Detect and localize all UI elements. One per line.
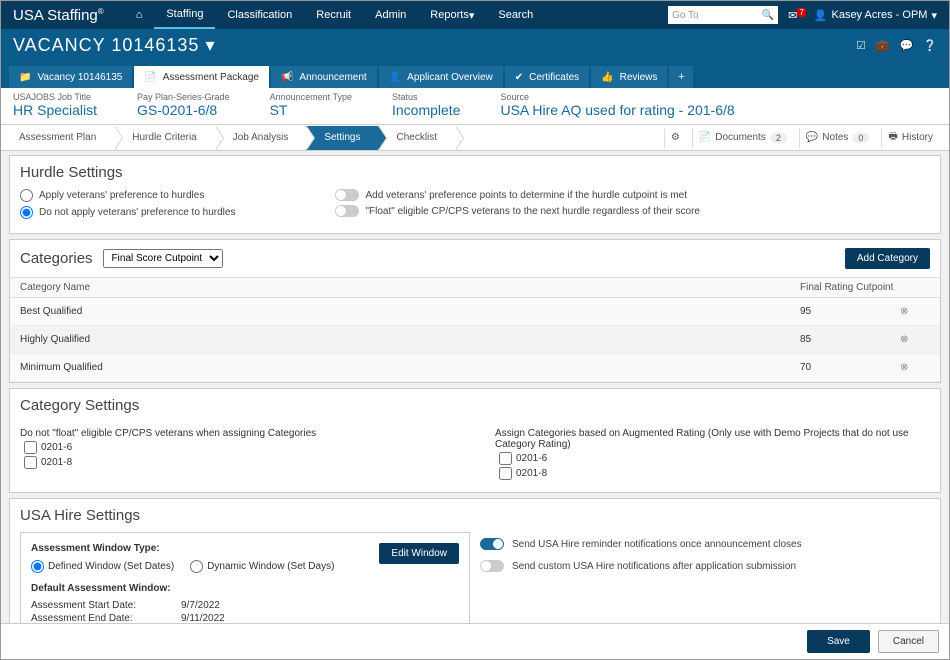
status-label: Status (392, 92, 460, 102)
category-row: Best Qualified95⊗ (10, 298, 940, 326)
subtab-checklist[interactable]: Checklist (378, 126, 455, 150)
category-name: Best Qualified (20, 306, 800, 317)
subtab-job-analysis[interactable]: Job Analysis (215, 126, 307, 150)
check-0201-6-right[interactable]: 0201-6 (499, 452, 930, 465)
category-settings-panel: Category Settings Do not "float" eligibl… (9, 388, 941, 493)
delete-category-icon[interactable]: ⊗ (900, 362, 930, 373)
check-icon[interactable]: ☑ (856, 39, 866, 52)
vacancy-header: VACANCY 10146135 ▾ ☑ 💼 💬 ❔ (1, 29, 949, 62)
col-header-cutpoint: Final Rating Cutpoint (800, 282, 900, 293)
documents-link[interactable]: 📄 Documents 2 (692, 128, 793, 148)
info-bar: USAJOBS Job TitleHR Specialist Pay Plan-… (1, 88, 949, 125)
edit-window-button[interactable]: Edit Window (379, 543, 459, 564)
briefcase-icon[interactable]: 💼 (876, 39, 890, 52)
end-date-label: Assessment End Date: (31, 613, 161, 623)
category-row: Minimum Qualified70⊗ (10, 354, 940, 382)
catset-title: Category Settings (10, 389, 940, 422)
tab-assessment-package[interactable]: 📄 Assessment Package (134, 66, 269, 88)
ann-value: ST (270, 102, 352, 118)
categories-panel: Categories Final Score Cutpoint Add Cate… (9, 239, 941, 383)
add-category-button[interactable]: Add Category (845, 248, 930, 269)
sub-tabs: Assessment Plan Hurdle Criteria Job Anal… (1, 125, 949, 151)
toggle-reminder[interactable]: Send USA Hire reminder notifications onc… (480, 538, 930, 550)
window-type-label: Assessment Window Type: (31, 543, 379, 554)
delete-category-icon[interactable]: ⊗ (900, 306, 930, 317)
category-cutpoint: 85 (800, 334, 900, 345)
gear-icon[interactable]: ⚙ (664, 128, 686, 148)
hurdle-title: Hurdle Settings (10, 156, 940, 189)
vacancy-title[interactable]: VACANCY 10146135 ▾ (13, 35, 216, 56)
toggle-add-points[interactable]: Add veterans' preference points to deter… (335, 189, 700, 201)
subtab-assessment-plan[interactable]: Assessment Plan (1, 126, 114, 150)
nav-reports[interactable]: Reports ▾ (418, 1, 486, 29)
category-cutpoint: 95 (800, 306, 900, 317)
radio-not-apply-vets[interactable]: Do not apply veterans' preference to hur… (20, 206, 235, 219)
default-window-label: Default Assessment Window: (31, 583, 379, 594)
tab-announcement[interactable]: 📢 Announcement (271, 66, 377, 88)
job-title-label: USAJOBS Job Title (13, 92, 97, 102)
tab-vacancy[interactable]: 📁 Vacancy 10146135 (9, 66, 132, 88)
nav-recruit[interactable]: Recruit (304, 1, 363, 29)
category-cutpoint: 70 (800, 362, 900, 373)
footer: Save Cancel (1, 623, 949, 659)
tab-applicant-overview[interactable]: 👤 Applicant Overview (379, 66, 503, 88)
check-0201-6-left[interactable]: 0201-6 (24, 441, 455, 454)
usahire-title: USA Hire Settings (10, 499, 940, 532)
start-date-label: Assessment Start Date: (31, 600, 161, 611)
save-button[interactable]: Save (807, 630, 870, 653)
source-label: Source (500, 92, 734, 102)
radio-dynamic-window[interactable]: Dynamic Window (Set Days) (190, 560, 334, 573)
status-value: Incomplete (392, 102, 460, 118)
nav-classification[interactable]: Classification (215, 1, 304, 29)
top-nav: USA Staffing® ⌂ Staffing Classification … (1, 1, 949, 29)
nav-search[interactable]: Search (486, 1, 545, 29)
cutpoint-select[interactable]: Final Score Cutpoint (103, 249, 223, 268)
chat-icon[interactable]: 💬 (900, 39, 914, 52)
toggle-custom-notif[interactable]: Send custom USA Hire notifications after… (480, 560, 930, 572)
category-name: Minimum Qualified (20, 362, 800, 373)
pay-value: GS-0201-6/8 (137, 102, 230, 118)
nav-admin[interactable]: Admin (363, 1, 418, 29)
ann-label: Announcement Type (270, 92, 352, 102)
mail-icon[interactable]: ✉7 (788, 9, 806, 22)
category-row: Highly Qualified85⊗ (10, 326, 940, 354)
category-name: Highly Qualified (20, 334, 800, 345)
history-link[interactable]: 🖶 History (881, 128, 939, 148)
radio-defined-window[interactable]: Defined Window (Set Dates) (31, 560, 174, 573)
check-0201-8-right[interactable]: 0201-8 (499, 467, 930, 480)
subtab-settings[interactable]: Settings (306, 126, 378, 150)
cancel-button[interactable]: Cancel (878, 630, 939, 653)
notes-link[interactable]: 💬 Notes 0 (799, 128, 876, 148)
tab-add[interactable]: + (669, 66, 693, 88)
home-icon[interactable]: ⌂ (124, 1, 155, 29)
radio-apply-vets[interactable]: Apply veterans' preference to hurdles (20, 189, 235, 202)
delete-category-icon[interactable]: ⊗ (900, 334, 930, 345)
main-tabs: 📁 Vacancy 10146135 📄 Assessment Package … (1, 62, 949, 88)
brand: USA Staffing® (13, 7, 104, 24)
usahire-panel: USA Hire Settings Assessment Window Type… (9, 498, 941, 623)
goto-input[interactable]: Go To🔍 (668, 6, 778, 24)
end-date: 9/11/2022 (181, 613, 225, 623)
content-area: Hurdle Settings Apply veterans' preferen… (1, 151, 949, 623)
user-menu[interactable]: 👤 Kasey Acres - OPM ▾ (814, 9, 937, 22)
check-0201-8-left[interactable]: 0201-8 (24, 456, 455, 469)
start-date: 9/7/2022 (181, 600, 220, 611)
catset-right-label: Assign Categories based on Augmented Rat… (495, 428, 930, 450)
nav-staffing[interactable]: Staffing (154, 1, 215, 29)
toggle-float-vets[interactable]: "Float" eligible CP/CPS veterans to the … (335, 205, 700, 217)
pay-label: Pay Plan-Series-Grade (137, 92, 230, 102)
subtab-hurdle-criteria[interactable]: Hurdle Criteria (114, 126, 214, 150)
tab-reviews[interactable]: 👍 Reviews (591, 66, 667, 88)
help-icon[interactable]: ❔ (923, 39, 937, 52)
col-header-name: Category Name (20, 282, 800, 293)
categories-title: Categories (20, 250, 93, 267)
job-title: HR Specialist (13, 102, 97, 118)
source-value: USA Hire AQ used for rating - 201-6/8 (500, 102, 734, 118)
tab-certificates[interactable]: ✔ Certificates (505, 66, 589, 88)
catset-left-label: Do not "float" eligible CP/CPS veterans … (20, 428, 455, 439)
hurdle-settings-panel: Hurdle Settings Apply veterans' preferen… (9, 155, 941, 234)
